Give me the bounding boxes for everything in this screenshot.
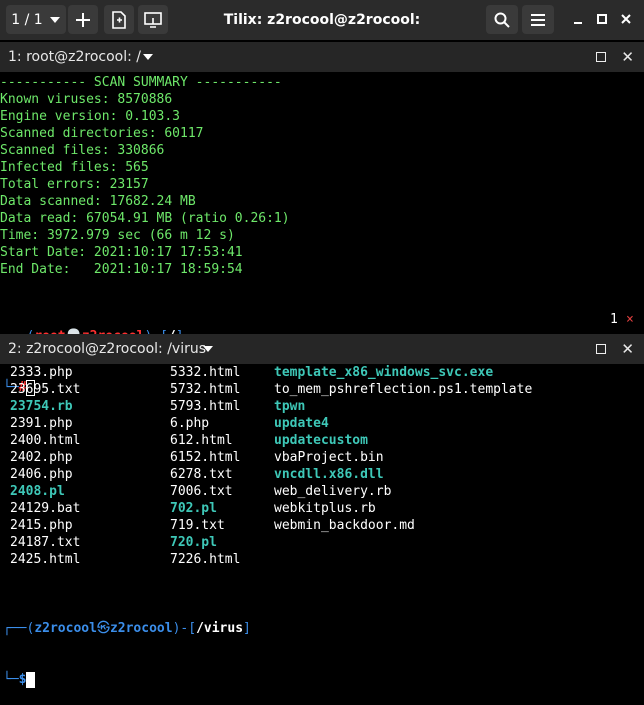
search-button[interactable] [486, 5, 518, 34]
file-entry: webmin_backdoor.md [274, 518, 415, 533]
session-switcher-button[interactable]: 1 / 1 [6, 5, 66, 34]
summary-line: Time: 3972.979 sec (66 m 12 s) [0, 228, 235, 243]
prompt-symbol: $ [18, 672, 27, 687]
file-entry: 2402.php [10, 450, 73, 465]
chevron-down-icon [49, 16, 60, 23]
file-entry: webkitplus.rb [274, 501, 376, 516]
summary-line: Scanned files: 330866 [0, 143, 165, 158]
file-entry: to_mem_pshreflection.ps1.template [274, 382, 533, 397]
add-terminal-down-button[interactable] [138, 5, 168, 34]
pane2-maximize-icon[interactable] [596, 344, 606, 354]
maximize-icon [597, 14, 607, 24]
chevron-down-icon[interactable] [142, 42, 154, 72]
file-entry: updatecustom [274, 433, 368, 448]
file-entry: 24129.bat [10, 501, 81, 516]
add-terminal-right-button[interactable] [104, 5, 134, 34]
file-entry: 2333.php [10, 365, 73, 380]
listing-column-3: template_x86_windows_svc.exe to_mem_pshre… [274, 364, 532, 534]
pane2-prompt: ┌──(z2rocool㉿z2rocool)-[/virus] └─$ [3, 621, 251, 688]
summary-line: Scanned directories: 60117 [0, 126, 204, 141]
menu-button[interactable] [522, 5, 554, 34]
close-status-icon[interactable]: × [626, 312, 634, 327]
split-down-icon [144, 11, 162, 28]
file-entry: 612.html [170, 433, 233, 448]
close-icon [621, 14, 631, 24]
summary-line: Data scanned: 17682.24 MB [0, 194, 196, 209]
pane1-header[interactable]: 1: root@z2rocool: / ✕ [0, 42, 644, 72]
plus-icon [76, 12, 90, 27]
file-entry: 6278.txt [170, 467, 233, 482]
file-entry: 6.php [170, 416, 210, 431]
file-entry: 7006.txt [170, 484, 233, 499]
file-entry: 5793.html [170, 399, 241, 414]
file-entry: update4 [274, 416, 329, 431]
listing-column-1: 2333.php 23695.txt 23754.rb 2391.php 2400.ht… [10, 364, 80, 568]
file-entry: 6152.html [170, 450, 241, 465]
close-button[interactable] [618, 12, 634, 28]
file-entry: vncdll.x86.dll [274, 467, 384, 482]
summary-line: End Date: 2021:10:17 18:59:54 [0, 262, 243, 277]
file-entry: vbaProject.bin [274, 450, 384, 465]
add-terminal-button[interactable] [68, 5, 98, 34]
maximize-button[interactable] [594, 12, 610, 28]
hamburger-icon [531, 13, 545, 26]
file-entry: 2400.html [10, 433, 81, 448]
file-entry: template_x86_windows_svc.exe [274, 365, 494, 380]
summary-line: Start Date: 2021:10:17 17:53:41 [0, 245, 243, 260]
pane1-maximize-icon[interactable] [596, 52, 606, 62]
summary-line: Infected files: 565 [0, 160, 149, 175]
prompt-at: ㉿ [96, 621, 110, 636]
summary-line: Total errors: 23157 [0, 177, 149, 192]
file-entry: 2406.php [10, 467, 73, 482]
file-entry: 23695.txt [10, 382, 81, 397]
split-right-icon [112, 10, 126, 29]
prompt-path: /virus [196, 621, 244, 636]
prompt-user: z2rocool [34, 621, 97, 636]
file-entry: 2415.php [10, 518, 73, 533]
search-icon [494, 12, 510, 28]
pane1-close-icon[interactable]: ✕ [621, 42, 634, 72]
file-entry: 24187.txt [10, 535, 81, 550]
file-entry: 5332.html [170, 365, 241, 380]
file-entry: 7226.html [170, 552, 241, 567]
prompt-host: z2rocool [109, 621, 173, 636]
file-entry: 719.txt [170, 518, 225, 533]
file-entry: 702.pl [170, 501, 217, 516]
pane2-terminal-output[interactable]: 2333.php 23695.txt 23754.rb 2391.php 2400.ht… [0, 364, 644, 574]
file-entry: 720.pl [170, 535, 217, 550]
minimize-icon [574, 22, 582, 24]
summary-line: ----------- SCAN SUMMARY ----------- [0, 75, 282, 90]
pane1-title: 1: root@z2rocool: / [8, 49, 142, 65]
summary-line: Data read: 67054.91 MB (ratio 0.26:1) [0, 211, 290, 226]
file-entry: 2425.html [10, 552, 81, 567]
session-counter: 1 / 1 [11, 11, 43, 28]
pane2-close-icon[interactable]: ✕ [621, 334, 634, 364]
summary-line: Engine version: 0.103.3 [0, 109, 181, 124]
summary-line: Known viruses: 8570886 [0, 92, 173, 107]
file-entry: 2408.pl [10, 484, 65, 499]
file-entry: web_delivery.rb [274, 484, 392, 499]
file-entry: 23754.rb [10, 399, 73, 414]
terminal-cursor [26, 671, 36, 688]
pane2-header[interactable]: 2: z2rocool@z2rocool: /virus ✕ [0, 334, 644, 364]
file-entry: 5732.html [170, 382, 241, 397]
chevron-down-icon[interactable] [202, 334, 214, 364]
minimize-button[interactable] [570, 12, 586, 28]
pane1-terminal-output[interactable]: ----------- SCAN SUMMARY ----------- Know… [0, 74, 290, 278]
title-bar: 1 / 1 Tilix: z2rocool@z2rocool: /virus [0, 0, 644, 68]
window-title: Tilix: z2rocool@z2rocool: /virus [223, 12, 421, 68]
status-count: 1 [610, 312, 618, 327]
file-entry: tpwn [274, 399, 306, 414]
pane2-title: 2: z2rocool@z2rocool: /virus [8, 341, 207, 357]
file-entry: 2391.php [10, 416, 73, 431]
listing-column-2: 5332.html 5732.html 5793.html 6.php 612.html… [170, 364, 240, 568]
